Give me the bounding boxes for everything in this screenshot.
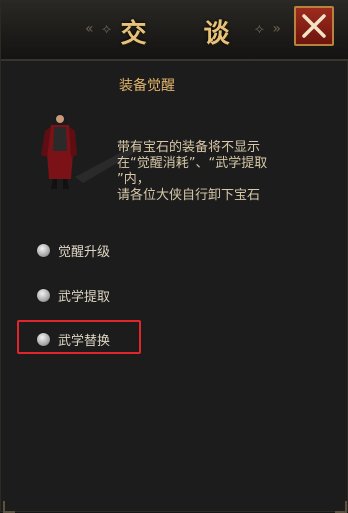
dialog-window: « ⟡ 交 谈 ⟡ » 装备觉醒 带有宝石的装备将不显示 在“觉醒消耗”、“武学…: [0, 0, 348, 513]
option-label: 觉醒升级: [58, 244, 111, 260]
equipment-notice-text: 带有宝石的装备将不显示 在“觉醒消耗”、“武学提取 ”内， 请各位大侠自行卸下宝…: [117, 140, 268, 203]
header-ornament-right: ⟡ »: [254, 21, 283, 37]
option-label: 武学提取: [58, 289, 111, 305]
frame-corner: [335, 501, 347, 513]
close-button[interactable]: [294, 6, 334, 46]
option-awaken-upgrade[interactable]: 觉醒升级: [37, 240, 110, 260]
section-subtitle: 装备觉醒: [119, 78, 175, 94]
option-martial-extract[interactable]: 武学提取: [37, 285, 110, 305]
radio-icon[interactable]: [37, 288, 50, 302]
radio-icon[interactable]: [37, 243, 50, 257]
close-x-icon: [302, 14, 326, 38]
highlight-box: [17, 320, 141, 354]
frame-corner: [3, 501, 15, 513]
dialog-header: « ⟡ 交 谈 ⟡ »: [1, 1, 348, 61]
